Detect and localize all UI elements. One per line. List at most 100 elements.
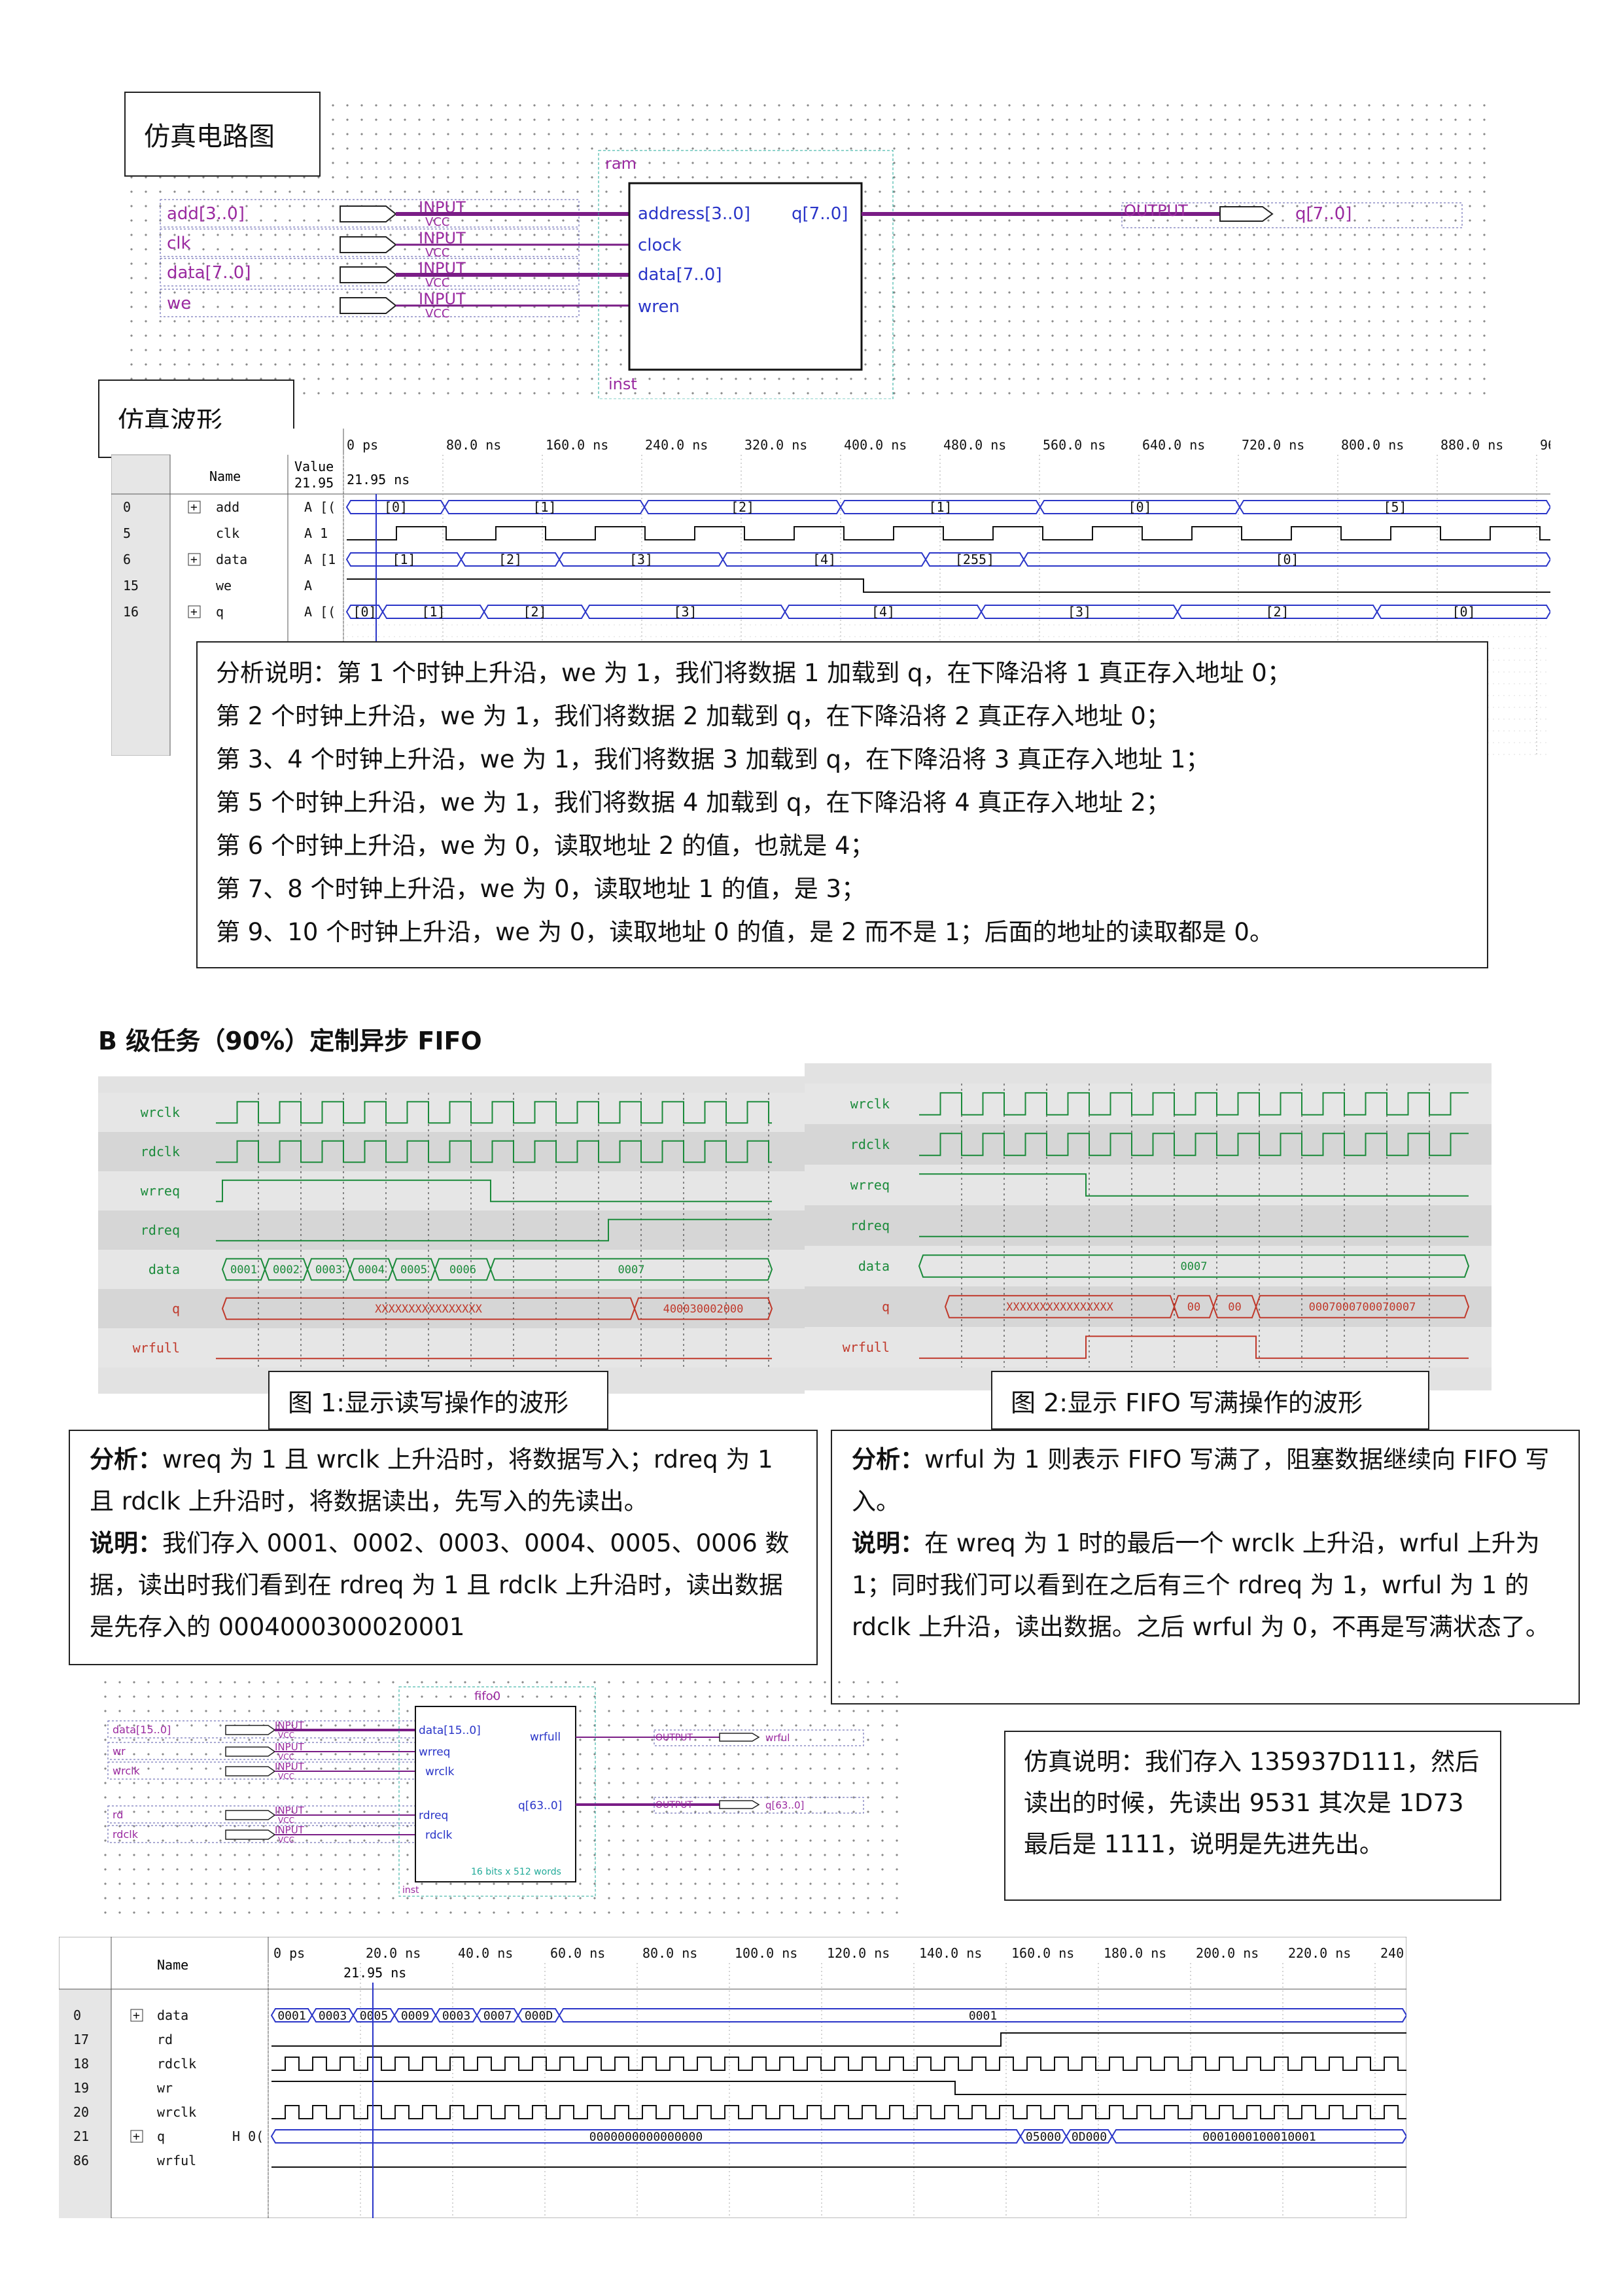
fifo-fig1: wrclk rdclk wrreq rdreq data q wrfull 0001 0002 0… (98, 1076, 805, 1394)
time-tick: 640.0 ns (1142, 437, 1205, 453)
add-bus-value: [0] (1128, 499, 1151, 515)
analysis-line: 第 7、8 个时钟上升沿，we 为 0，读取地址 1 的值，是 3； (216, 875, 866, 903)
row-id: 0 (73, 2007, 81, 2023)
fifo-vcc: VCC (278, 1835, 294, 1845)
signal-label: q (172, 1301, 180, 1316)
time-tick: 0 ps (347, 437, 378, 453)
row-band (98, 1328, 805, 1368)
signal-label: rdreq (141, 1222, 180, 1238)
data-bus-value: 0003 (315, 1263, 342, 1277)
row-id: 5 (123, 525, 131, 541)
row-name: wrclk (157, 2104, 196, 2120)
add-bus-value: [1] (532, 499, 556, 515)
row-value: A [( (304, 499, 336, 515)
q-bus-value: 05000 (1026, 2130, 1061, 2144)
q-bus-value: 00 (1228, 1301, 1241, 1314)
data-bus-value: 0001 (277, 2009, 305, 2022)
data-bus-value: 0002 (273, 1263, 300, 1277)
fifo-out-q: q[63..0] (765, 1799, 804, 1811)
q-bus-value: [3] (673, 604, 697, 620)
data-bus-value: 0005 (360, 2009, 388, 2022)
row-band (805, 1205, 1492, 1246)
time-tick: 720.0 ns (1242, 437, 1304, 453)
time-tick: 320.0 ns (744, 437, 807, 453)
fifo-in-wrclk: wrclk (113, 1765, 141, 1777)
analysis-line: 第 3、4 个时钟上升沿，we 为 1，我们将数据 3 加载到 q，在下降沿将 … (216, 745, 1210, 773)
note-text: 我们存入 0001、0002、0003、0004、0005、0006 数据，读出… (90, 1529, 790, 1641)
wave1-cursor-label: 21.95 ns (347, 472, 410, 487)
signal-label: rdreq (850, 1218, 890, 1233)
row-band (805, 1246, 1492, 1286)
fifo-vcc: VCC (278, 1752, 294, 1761)
data-bus-value: 0001 (969, 2009, 997, 2022)
vcc-2: VCC (425, 276, 449, 290)
fifo-port-rdclk: rdclk (425, 1829, 453, 1842)
q-bus-value: 0001000100010001 (1202, 2130, 1316, 2144)
time-tick: 400.0 ns (844, 437, 907, 453)
vcc-1: VCC (425, 246, 449, 260)
fifo-analysis-right: 分析：wrful 为 1 则表示 FIFO 写满了，阻塞数据继续向 FIFO 写… (831, 1430, 1580, 1704)
time-tick: 80.0 ns (642, 1945, 697, 1961)
wave1-header-value: Value (294, 459, 334, 474)
fifo-analysis-left: 分析：wreq 为 1 且 wrclk 上升沿时，将数据写入；rdreq 为 1… (69, 1430, 818, 1665)
signal-label: wrclk (141, 1104, 180, 1120)
row-band (805, 1165, 1492, 1205)
add-bus-value: [1] (928, 499, 952, 515)
time-tick: 140.0 ns (919, 1945, 982, 1961)
fifo-in-rdclk: rdclk (113, 1828, 139, 1841)
analysis-text: wrful 为 1 则表示 FIFO 写满了，阻塞数据继续向 FIFO 写入。 (852, 1445, 1550, 1515)
time-tick: 100.0 ns (735, 1945, 797, 1961)
fifo-port-q: q[63..0] (518, 1799, 562, 1812)
ram-block-name: ram (605, 154, 637, 173)
row-value: A [1 (304, 552, 336, 567)
data-bus-value: 0009 (401, 2009, 429, 2022)
wave1-header-name: Name (209, 468, 241, 484)
time-tick: 800.0 ns (1341, 437, 1404, 453)
analysis-label: 分析： (90, 1445, 162, 1474)
fifo-schematic-drawing: data[15..0] wr wrclk rd rdclk INPUT VCC … (107, 1686, 864, 1897)
q-bus-value: [0] (353, 604, 376, 620)
fig1-caption: 图 1:显示读写操作的波形 (268, 1371, 608, 1430)
fifo-output-kind: OUTPUT (655, 1800, 693, 1810)
row-id: 18 (73, 2056, 89, 2072)
fifo-waveform: Name 21.95 ns 0 ps 20.0 ns 40.0 ns 60.0 ns 8… (59, 1937, 1406, 2218)
row-id: 19 (73, 2080, 89, 2096)
row-id: 17 (73, 2032, 89, 2047)
add-bus-value: [5] (1383, 499, 1406, 515)
q-bus-value: 0007000700070007 (1309, 1301, 1416, 1314)
ram-port-wren: wren (638, 297, 680, 317)
row-band (805, 1084, 1492, 1124)
data-bus-value: 000D (525, 2009, 553, 2022)
data-bus-value: 0003 (442, 2009, 470, 2022)
input-label-add: add[3..0] (167, 204, 245, 224)
expand-glyph: + (133, 2009, 140, 2022)
q-bus-value: [0] (1452, 604, 1475, 620)
data-bus-value: 0007 (1181, 1260, 1208, 1273)
row-name: wr (157, 2080, 173, 2096)
fifo-port-wrclk: wrclk (425, 1765, 455, 1778)
signal-label: data (858, 1258, 890, 1274)
row-id: 6 (123, 552, 131, 567)
vcc-0: VCC (425, 215, 449, 229)
q-bus-value: XXXXXXXXXXXXXXXX (1006, 1301, 1114, 1314)
time-tick: 0 ps (273, 1945, 305, 1961)
row-id: 86 (73, 2153, 89, 2168)
analysis-line: 第 9、10 个时钟上升沿，we 为 0，读取地址 0 的值，是 2 而不是 1… (216, 918, 1274, 946)
data-bus-value: [1] (392, 552, 415, 567)
analysis-label: 分析： (852, 1445, 924, 1474)
row-value: A [( (304, 604, 336, 620)
signal-label: wrreq (141, 1183, 180, 1199)
fig2-content: wrclk rdclk wrreq rdreq data q wrfull 0007 XXXXX… (805, 1084, 1492, 1368)
section-heading: B 级任务（90%）定制异步 FIFO (98, 1027, 482, 1055)
time-tick: 80.0 ns (446, 437, 501, 453)
wave2-header-name: Name (157, 1957, 188, 1973)
time-tick: 180.0 ns (1104, 1945, 1166, 1961)
time-tick: 560.0 ns (1043, 437, 1106, 453)
ram-port-address: address[3..0] (638, 204, 750, 224)
analysis-line: 分析说明：第 1 个时钟上升沿，we 为 1，我们将数据 1 加载到 q，在下降… (216, 659, 1291, 687)
fifo-out-wrful: wrful (765, 1732, 790, 1744)
ram-analysis-box: 分析说明：第 1 个时钟上升沿，we 为 1，我们将数据 1 加载到 q，在下降… (196, 641, 1488, 968)
q-bus-value: 0000000000000000 (589, 2130, 703, 2144)
row-value: A 1 (304, 525, 328, 541)
vcc-3: VCC (425, 307, 449, 321)
